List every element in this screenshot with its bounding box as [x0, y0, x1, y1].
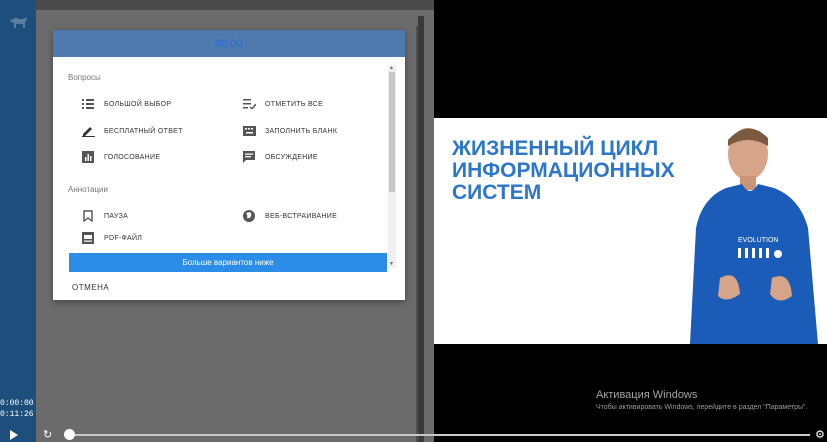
poll-icon	[81, 150, 95, 164]
total-time: 0:11:26	[0, 410, 34, 419]
option-check-all[interactable]: ОТМЕТИТЬ ВСЕ	[242, 96, 323, 112]
video-frame: ЖИЗНЕННЫЙ ЦИКЛ ИНФОРМАЦИОННЫХ СИСТЕМ EVO…	[434, 118, 827, 344]
scroll-up-arrow-icon[interactable]: ▲	[389, 65, 394, 71]
play-icon[interactable]	[10, 430, 18, 440]
dog-logo-icon	[10, 17, 27, 28]
replay-icon[interactable]: ↻	[43, 428, 52, 441]
option-discussion[interactable]: ОБСУЖДЕНИЕ	[242, 149, 318, 165]
option-pdf-file[interactable]: PDF-ФАЙЛ	[81, 230, 142, 246]
comment-icon	[242, 150, 256, 164]
section-title-questions: Вопросы	[68, 73, 101, 82]
left-rail: 0:00:00 0:11:26	[0, 0, 36, 442]
dialog-timer: 00:00	[215, 37, 243, 50]
add-interaction-dialog: 00:00 Вопросы БОЛЬШОЙ ВЫБОР ОТМЕТИТЬ ВСЕ	[53, 30, 405, 300]
option-poll[interactable]: ГОЛОСОВАНИЕ	[81, 149, 160, 165]
pencil-icon	[81, 124, 95, 138]
scrollbar-thumb[interactable]	[389, 72, 395, 192]
cancel-button[interactable]: ОТМЕНА	[72, 283, 109, 292]
dialog-body: Вопросы БОЛЬШОЙ ВЫБОР ОТМЕТИТЬ ВСЕ БЕСПЛ…	[53, 57, 405, 272]
scroll-down-arrow-icon[interactable]: ▼	[389, 261, 394, 267]
dialog-scrollbar[interactable]: ▲ ▼	[388, 65, 396, 268]
option-fill-blank[interactable]: ЗАПОЛНИТЬ БЛАНК	[242, 123, 337, 139]
option-pause[interactable]: ПАУЗА	[81, 208, 128, 224]
option-label: ГОЛОСОВАНИЕ	[104, 153, 161, 161]
current-time: 0:00:00	[0, 399, 34, 408]
seek-handle[interactable]	[64, 429, 75, 440]
seek-track[interactable]	[68, 434, 810, 436]
more-options-banner[interactable]: Больше вариантов ниже	[69, 253, 387, 272]
option-label: ПАУЗА	[104, 212, 129, 220]
option-multiple-choice[interactable]: БОЛЬШОЙ ВЫБОР	[81, 96, 171, 112]
panel-divider[interactable]	[418, 16, 424, 442]
player-controls: ↻ ⚙	[0, 427, 827, 442]
option-label: БЕСПЛАТНЫЙ ОТВЕТ	[104, 127, 183, 135]
windows-activation-watermark: Активация Windows Чтобы активировать Win…	[596, 389, 826, 413]
list-icon	[81, 97, 95, 111]
option-label: ЗАПОЛНИТЬ БЛАНК	[265, 127, 338, 135]
bookmark-icon	[81, 209, 95, 223]
section-title-annotations: Аннотации	[68, 185, 108, 194]
dialog-header: 00:00	[53, 30, 405, 57]
globe-icon	[242, 209, 256, 223]
option-label: ВЕБ-ВСТРАИВАНИЕ	[265, 212, 338, 220]
option-label: ОБСУЖДЕНИЕ	[265, 153, 318, 161]
gear-icon[interactable]: ⚙	[815, 428, 825, 441]
option-free-answer[interactable]: БЕСПЛАТНЫЙ ОТВЕТ	[81, 123, 183, 139]
option-label: ОТМЕТИТЬ ВСЕ	[265, 100, 324, 108]
keyboard-icon	[242, 124, 256, 138]
editor-top-strip	[36, 0, 434, 10]
activation-subtitle: Чтобы активировать Windows, перейдите в …	[596, 404, 808, 411]
activation-title: Активация Windows	[596, 389, 698, 401]
slide-title: ЖИЗНЕННЫЙ ЦИКЛ ИНФОРМАЦИОННЫХ СИСТЕМ	[452, 137, 675, 204]
pdf-icon	[81, 231, 95, 245]
app-root: 0:00:00 0:11:26 00:00 Вопросы БОЛЬШОЙ ВЫ…	[0, 0, 827, 442]
option-label: БОЛЬШОЙ ВЫБОР	[104, 100, 172, 108]
checklist-icon	[242, 97, 256, 111]
option-web-embed[interactable]: ВЕБ-ВСТРАИВАНИЕ	[242, 208, 337, 224]
option-label: PDF-ФАЙЛ	[104, 234, 143, 242]
presenter-image: EVOLUTION	[690, 128, 818, 344]
video-panel[interactable]: ЖИЗНЕННЫЙ ЦИКЛ ИНФОРМАЦИОННЫХ СИСТЕМ EVO…	[434, 0, 827, 442]
shirt-text: EVOLUTION	[738, 237, 778, 244]
